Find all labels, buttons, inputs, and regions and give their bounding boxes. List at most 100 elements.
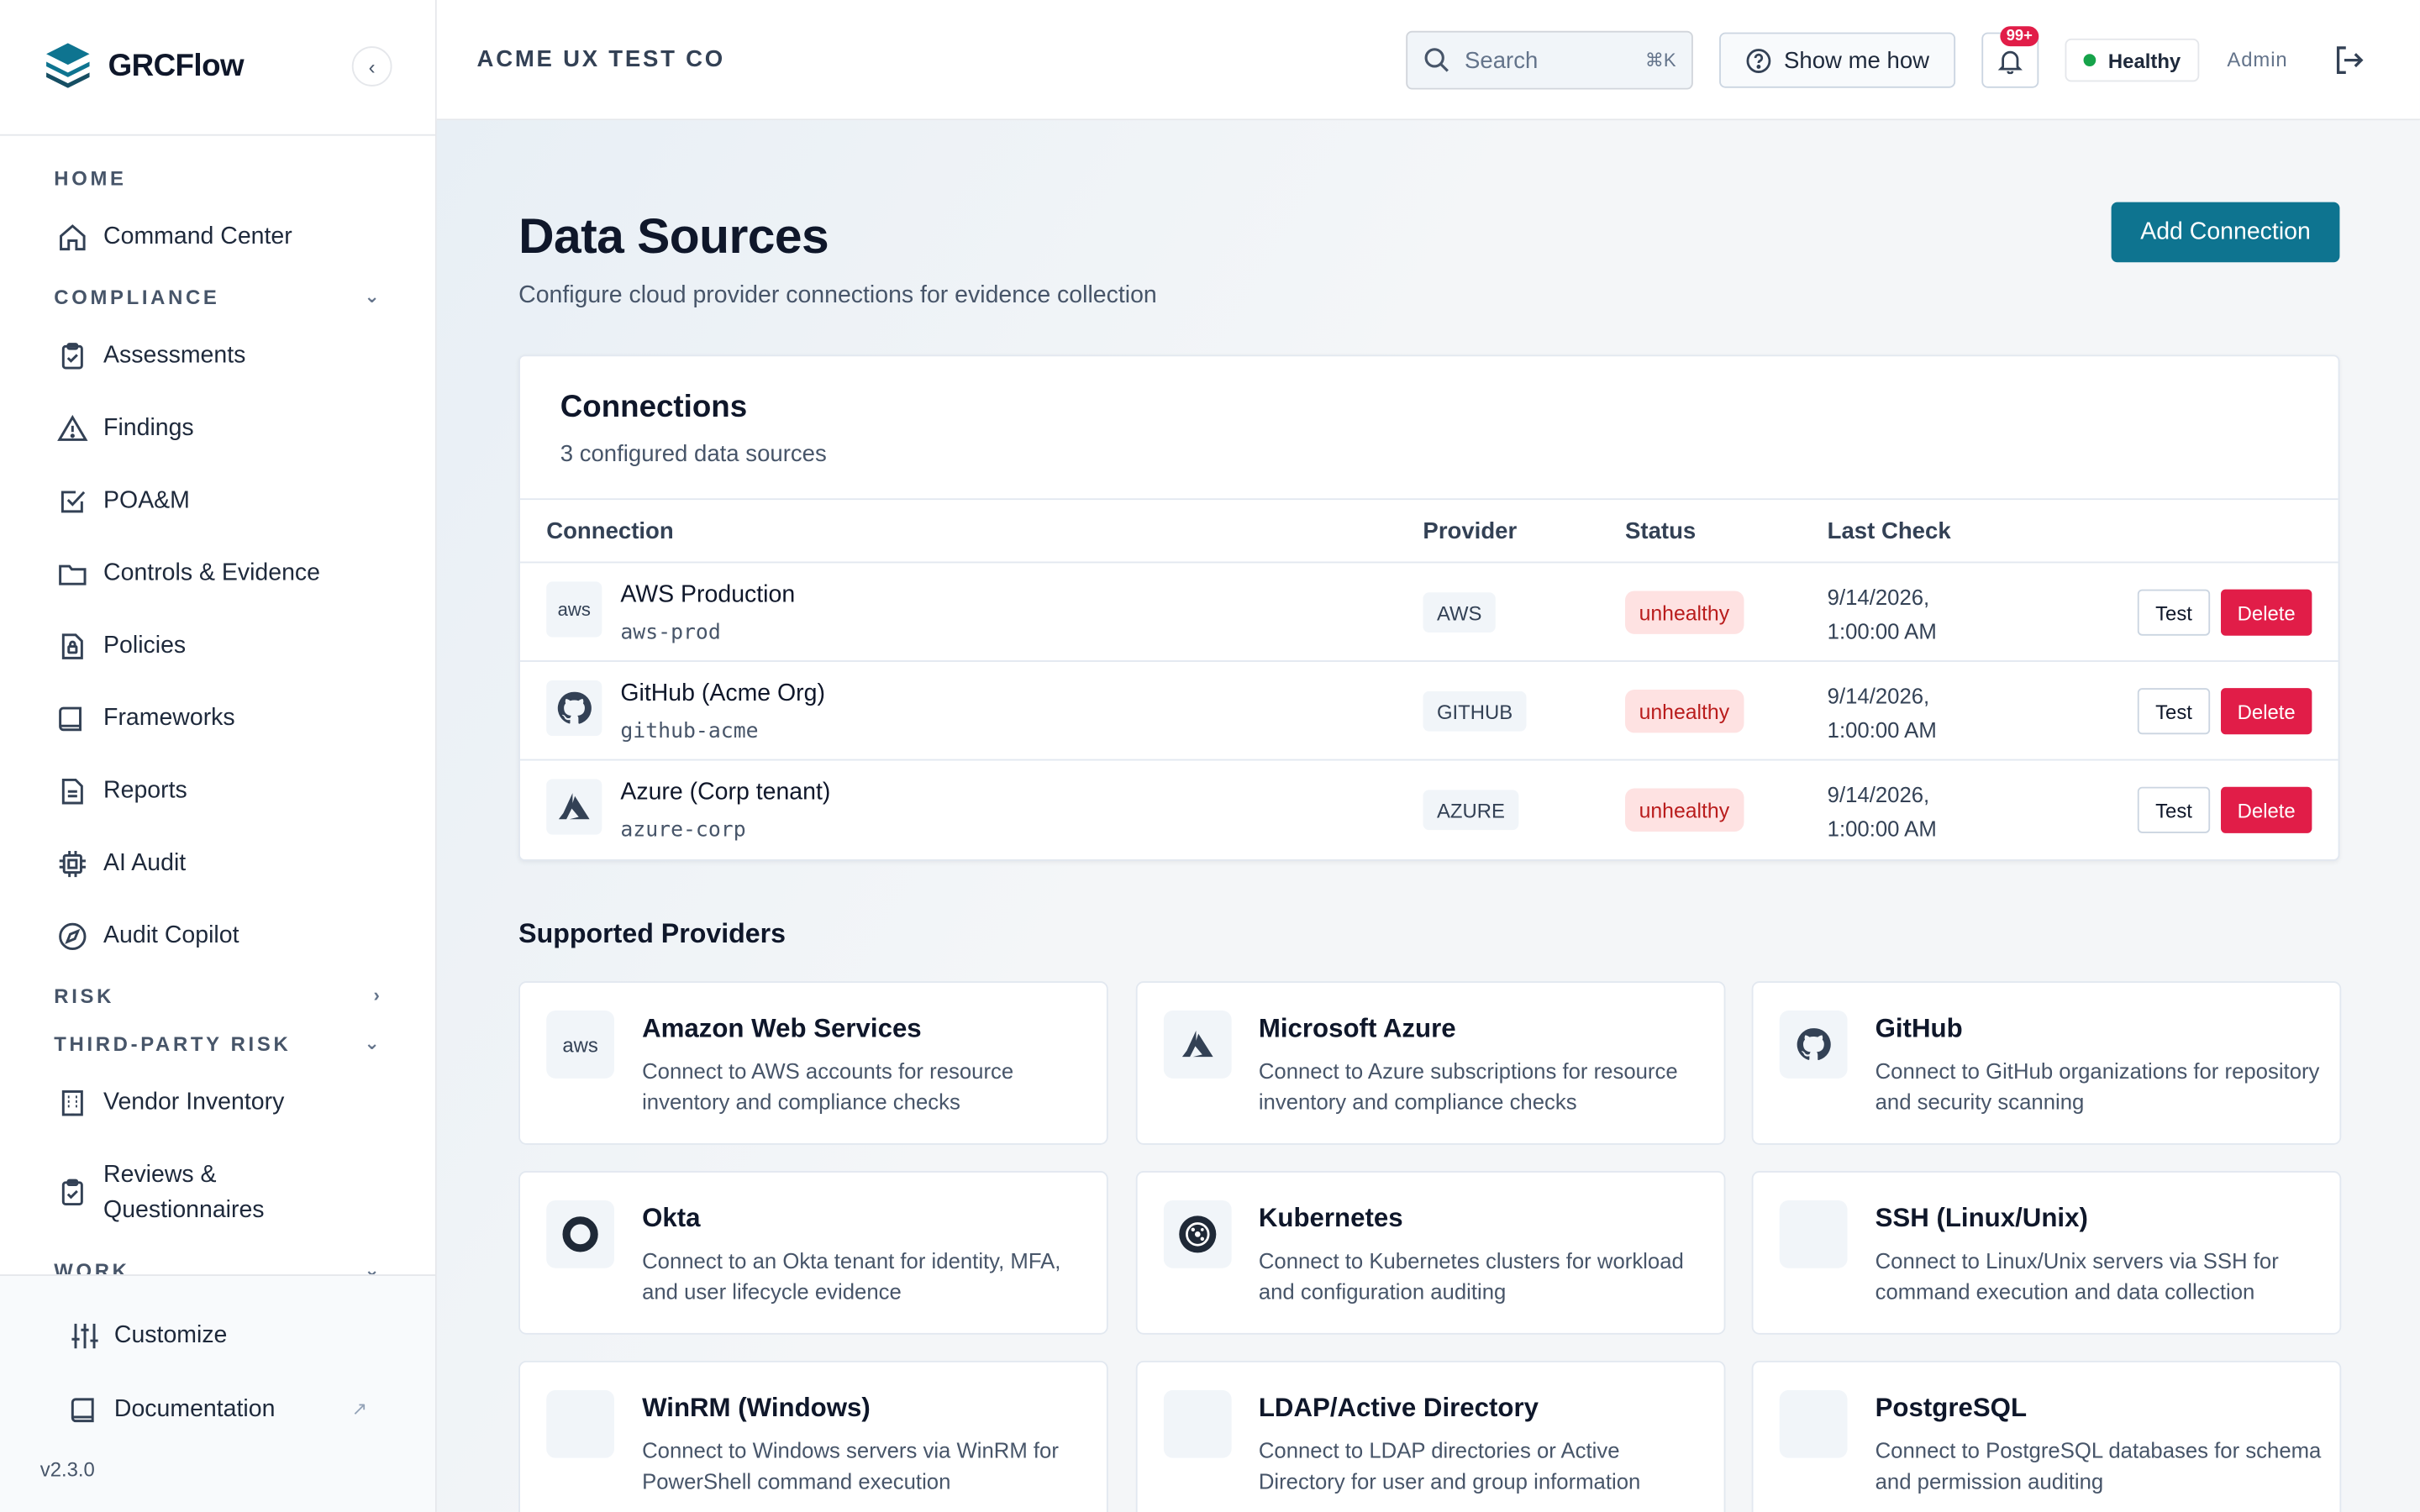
collapse-sidebar-button[interactable]: ‹ (351, 46, 392, 87)
home-icon (55, 220, 89, 254)
notification-count-badge: 99+ (2000, 26, 2039, 47)
compass-icon (55, 919, 89, 953)
show-me-how-label: Show me how (1784, 47, 1930, 74)
provider-card-ssh-linux-unix-[interactable]: SSH (Linux/Unix) Connect to Linux/Unix se… (1751, 1171, 2342, 1335)
external-link-icon: ↗ (351, 1398, 368, 1420)
customize-link[interactable]: Customize (0, 1299, 435, 1373)
connection-id: aws-prod (620, 620, 721, 645)
sidebar-item-label: Frameworks (103, 704, 235, 731)
sidebar-item-assessments[interactable]: Assessments (0, 319, 435, 391)
sidebar-footer: Customize Documentation ↗ v2.3.0 (0, 1274, 435, 1512)
nav-section-compliance[interactable]: COMPLIANCE ⌄ (0, 273, 435, 319)
connection-name: AWS Production (620, 581, 796, 608)
provider-name: Kubernetes (1258, 1203, 1403, 1233)
sidebar-item-frameworks[interactable]: Frameworks (0, 682, 435, 754)
chevron-icon: › (373, 984, 380, 1006)
provider-badge: GITHUB (1423, 690, 1527, 732)
connections-card: Connections 3 configured data sources Co… (518, 354, 2340, 861)
aws-icon: aws (546, 581, 602, 638)
health-label: Healthy (2107, 48, 2181, 72)
customize-label: Customize (113, 1322, 228, 1349)
aws-icon: aws (546, 1011, 615, 1079)
ldap-icon (1162, 1389, 1231, 1458)
azure-icon (546, 779, 602, 835)
provider-card-github[interactable]: GitHub Connect to GitHub organizations fo… (1751, 981, 2342, 1145)
status-badge: unhealthy (1625, 690, 1744, 733)
kubernetes-icon (1162, 1200, 1231, 1268)
provider-description: Connect to Windows servers via WinRM for… (642, 1437, 1059, 1494)
sidebar-item-label: Audit Copilot (103, 921, 239, 948)
app-root: GRCFlow ‹ HOME Command Center COMPLIANCE ⌄ A… (0, 0, 2420, 1512)
sidebar-item-reviews-questionnaires[interactable]: Reviews & Questionnaires (0, 1138, 435, 1247)
nav-section-label: WORK (54, 1257, 130, 1275)
clipboard-icon (55, 339, 89, 372)
sidebar-item-ai-audit[interactable]: AI Audit (0, 827, 435, 899)
github-icon (546, 680, 602, 737)
sidebar-item-findings[interactable]: Findings (0, 392, 435, 465)
sidebar-item-label: POA&M (103, 486, 190, 513)
provider-card-microsoft-azure[interactable]: Microsoft Azure Connect to Azure subscrip… (1134, 981, 1725, 1145)
book-icon (55, 701, 89, 735)
provider-card-ldap-active-directory[interactable]: LDAP/Active Directory Connect to LDAP dir… (1134, 1360, 1725, 1512)
delete-connection-button[interactable]: Delete (2221, 786, 2312, 833)
delete-connection-button[interactable]: Delete (2221, 589, 2312, 636)
nav-section-work[interactable]: WORK ⌄ (0, 1247, 435, 1274)
connection-name: GitHub (Acme Org) (620, 680, 825, 707)
bell-icon (1997, 47, 2023, 74)
book-icon (68, 1394, 102, 1427)
provider-description: Connect to Kubernetes clusters for workl… (1258, 1247, 1684, 1305)
status-badge: unhealthy (1625, 591, 1744, 634)
provider-card-amazon-web-services[interactable]: aws Amazon Web Services Connect to AWS acc… (518, 981, 1108, 1145)
test-connection-button[interactable]: Test (2137, 786, 2211, 833)
connection-name: Azure (Corp tenant) (620, 779, 831, 806)
nav-section-label: COMPLIANCE (54, 284, 220, 308)
documentation-link[interactable]: Documentation ↗ (0, 1373, 435, 1447)
provider-card-okta[interactable]: Okta Connect to an Okta tenant for identi… (518, 1171, 1108, 1335)
search-icon (1423, 46, 1450, 74)
page-title: Data Sources (518, 207, 829, 265)
health-dot-icon (2083, 54, 2096, 66)
provider-badge: AZURE (1423, 790, 1519, 831)
page-subtitle: Configure cloud provider connections for… (518, 282, 1157, 309)
provider-description: Connect to GitHub organizations for repo… (1875, 1058, 2320, 1115)
sidebar-item-audit-copilot[interactable]: Audit Copilot (0, 900, 435, 972)
provider-name: PostgreSQL (1875, 1393, 2028, 1423)
sidebar-item-controls-evidence[interactable]: Controls & Evidence (0, 537, 435, 609)
brand: GRCFlow ‹ (0, 0, 435, 136)
document-icon (55, 774, 89, 807)
provider-card-winrm-windows-[interactable]: WinRM (Windows) Connect to Windows server… (518, 1360, 1108, 1512)
sidebar-item-policies[interactable]: Policies (0, 609, 435, 681)
sidebar-item-vendor-inventory[interactable]: Vendor Inventory (0, 1066, 435, 1138)
test-connection-button[interactable]: Test (2137, 589, 2211, 636)
test-connection-button[interactable]: Test (2137, 688, 2211, 735)
search-input[interactable]: Search ⌘K (1406, 30, 1693, 90)
checkbox-icon (55, 484, 89, 517)
folder-icon (55, 556, 89, 590)
nav-section-home[interactable]: HOME (0, 155, 435, 201)
provider-card-postgresql[interactable]: PostgreSQL Connect to PostgreSQL database… (1751, 1360, 2342, 1512)
sidebar-item-command-center[interactable]: Command Center (0, 201, 435, 273)
provider-name: GitHub (1875, 1013, 1963, 1043)
show-me-how-button[interactable]: Show me how (1719, 32, 1956, 88)
provider-description: Connect to Linux/Unix servers via SSH fo… (1875, 1247, 2279, 1305)
logout-icon[interactable] (2332, 43, 2365, 85)
sidebar-item-label: Vendor Inventory (103, 1088, 285, 1116)
provider-name: WinRM (Windows) (642, 1393, 871, 1423)
nav-section-third-party-risk[interactable]: THIRD-PARTY RISK ⌄ (0, 1020, 435, 1066)
warning-icon (55, 411, 89, 444)
connection-id: azure-corp (620, 817, 746, 843)
delete-connection-button[interactable]: Delete (2221, 688, 2312, 735)
provider-card-kubernetes[interactable]: Kubernetes Connect to Kubernetes clusters… (1134, 1171, 1725, 1335)
system-health-status[interactable]: Healthy (2065, 38, 2200, 82)
sidebar-item-label: Command Center (103, 223, 292, 249)
chip-icon (55, 846, 89, 879)
nav-section-risk[interactable]: RISK › (0, 972, 435, 1018)
connections-title: Connections (560, 390, 748, 425)
ssh-icon (1779, 1200, 1848, 1268)
policy-doc-icon (55, 628, 89, 662)
sidebar-item-reports[interactable]: Reports (0, 754, 435, 827)
add-connection-button[interactable]: Add Connection (2111, 202, 2340, 263)
postgresql-icon (1779, 1389, 1848, 1458)
column-last-check: Last Check (1827, 518, 1951, 545)
sidebar-item-poa-m[interactable]: POA&M (0, 465, 435, 537)
